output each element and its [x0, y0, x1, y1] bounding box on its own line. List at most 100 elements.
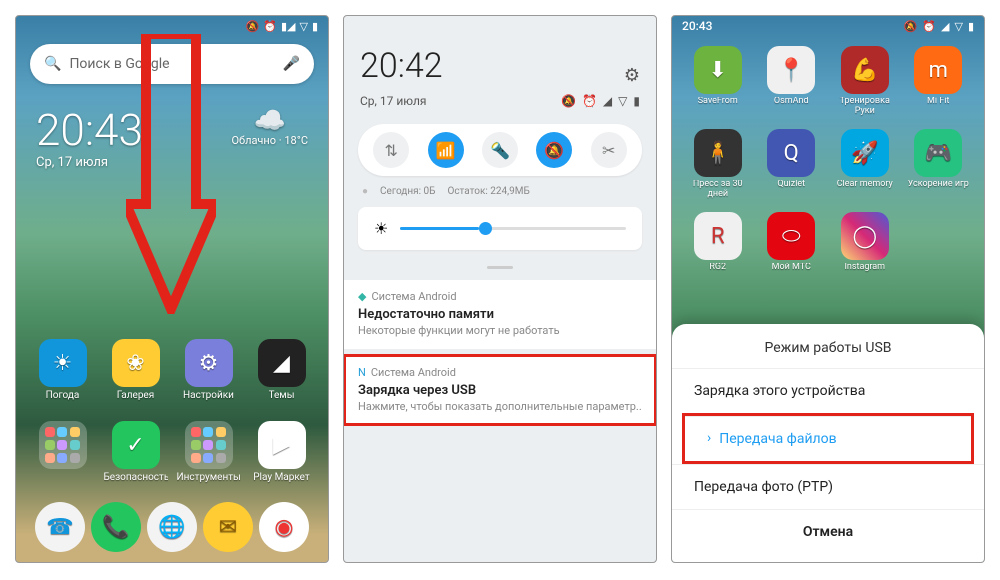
app-Безопасность[interactable]: ✓Безопасность — [103, 421, 168, 484]
app-Пресс за 30 дней[interactable]: 🧍 Пресс за 30 дней — [684, 129, 752, 202]
app-RG2[interactable]: RRG2 — [684, 212, 752, 285]
app-Mi Fit[interactable]: m Mi Fit — [905, 46, 973, 119]
search-icon: 🔍 — [44, 56, 61, 72]
mic-icon[interactable]: 🎤 — [283, 56, 300, 72]
status-time: 20:43 — [682, 19, 712, 33]
battery-icon: ▮ — [633, 94, 640, 108]
toggle-dnd[interactable]: 🔕 — [536, 132, 572, 168]
phone-usb-dialog: 20:43 🔕 ⏰ ◢ ▽ ▮ ⬇SaveFrom 📍 OsmAnd 💪 Трениро… — [671, 15, 985, 563]
app-Instagram[interactable]: ◯Instagram — [831, 212, 899, 285]
android-icon: N — [358, 366, 366, 379]
signal-icon: ◢ — [603, 94, 612, 108]
app-icon: 🌐 — [147, 502, 197, 552]
sheet-item[interactable]: Передача фото (PTP) — [672, 464, 984, 509]
weather-widget[interactable]: ☁️ Облачно · 18°C — [231, 108, 308, 147]
sheet-title: Режим работы USB — [672, 340, 984, 356]
battery-icon: ▮ — [312, 20, 318, 33]
notification[interactable]: ◆Система AndroidНедостаточно памятиНекот… — [344, 280, 656, 349]
app-label: Mi Fit — [927, 97, 949, 119]
notification[interactable]: NСистема AndroidЗарядка через USBНажмите… — [344, 355, 656, 425]
signal-icon: ◢ — [941, 20, 949, 33]
app-icon: ✉ — [203, 502, 253, 552]
app-icon: ◢ — [258, 339, 306, 387]
toggle-data[interactable]: ⇅ — [373, 132, 409, 168]
brightness-slider[interactable]: ☀ — [358, 207, 642, 250]
usb-mode-sheet: Режим работы USB Зарядка этого устройств… — [672, 324, 984, 562]
app-icon: Q — [767, 129, 815, 177]
app-Ускорение игр[interactable]: 🎮 Ускорение игр — [905, 129, 973, 202]
dock-app[interactable]: 📞 — [91, 502, 141, 552]
app-Мой МТС[interactable]: ⬭Мой МТС — [758, 212, 826, 285]
sheet-cancel[interactable]: Отмена — [672, 509, 984, 554]
app-Погода[interactable]: ☀Погода — [30, 339, 95, 402]
app-label: Ускорение игр — [908, 180, 969, 202]
dock-app[interactable]: ☎ — [35, 502, 85, 552]
app-icon: 📞 — [91, 502, 141, 552]
alarm-icon: ⏰ — [922, 20, 936, 33]
app-icon: 🧍 — [694, 129, 742, 177]
wifi-icon: ▽ — [618, 94, 627, 108]
app-Настройки[interactable]: ⚙Настройки — [176, 339, 241, 402]
app-label: Play Маркет — [253, 472, 310, 484]
quick-toggles: ⇅ 📶 🔦 🔕 ✂ — [358, 124, 642, 176]
chevron-right-icon: › — [707, 430, 711, 446]
android-icon: ◆ — [358, 290, 366, 303]
weather-label: Облачно · 18°C — [231, 134, 308, 147]
app-Тренировка Руки[interactable]: 💪 Тренировка Руки — [831, 46, 899, 119]
app-label: Пресс за 30 дней — [686, 180, 750, 202]
app-icon: ☎ — [35, 502, 85, 552]
app-icon — [39, 421, 87, 469]
app-Play Маркет[interactable]: ▶Play Маркет — [249, 421, 314, 484]
app-icon: 🎮 — [914, 129, 962, 177]
app-icon: m — [914, 46, 962, 94]
battery-icon: ▮ — [968, 20, 974, 33]
silent-icon: 🔕 — [904, 20, 918, 33]
panel-time: 20:42 — [360, 46, 443, 86]
dock-app[interactable]: ✉ — [203, 502, 253, 552]
status-bar — [344, 16, 656, 36]
app-label: Галерея — [117, 390, 154, 402]
app-SaveFrom[interactable]: ⬇SaveFrom — [684, 46, 752, 119]
app-icon: ✓ — [112, 421, 160, 469]
toggle-flashlight[interactable]: 🔦 — [482, 132, 518, 168]
app-OsmAnd[interactable]: 📍 OsmAnd — [758, 46, 826, 119]
app-icon: 🚀 — [841, 129, 889, 177]
toggle-wifi[interactable]: 📶 — [428, 132, 464, 168]
app-icon: 📍 — [767, 46, 815, 94]
app-icon: R — [694, 212, 742, 260]
usage-today: Сегодня: 0Б — [380, 186, 435, 197]
panel-date: Ср, 17 июля — [360, 94, 427, 108]
sheet-item[interactable]: ›Передача файлов — [685, 416, 971, 461]
app-label: Настройки — [183, 390, 234, 402]
app-icon: 💪 — [841, 46, 889, 94]
slider-track[interactable] — [400, 227, 626, 230]
sheet-item[interactable]: Зарядка этого устройства — [672, 368, 984, 413]
shade-handle[interactable] — [344, 260, 656, 274]
notif-title: Недостаточно памяти — [358, 307, 642, 322]
app-label: OsmAnd — [774, 97, 809, 119]
app-folder[interactable] — [30, 421, 95, 484]
app-icon: ⬭ — [767, 212, 815, 260]
app-label: Quizlet — [777, 180, 805, 202]
toggle-screenshot[interactable]: ✂ — [591, 132, 627, 168]
silent-icon: 🔕 — [561, 94, 576, 108]
app-icon: ◯ — [841, 212, 889, 260]
app-Инструменты[interactable]: Инструменты — [176, 421, 241, 484]
slider-thumb[interactable] — [479, 222, 492, 235]
settings-icon[interactable]: ⚙ — [624, 65, 640, 86]
app-label: SaveFrom — [698, 97, 738, 119]
status-bar: 20:43 🔕 ⏰ ◢ ▽ ▮ — [672, 16, 984, 36]
brightness-icon: ☀ — [374, 219, 388, 238]
notification-list: ◆Система AndroidНедостаточно памятиНекот… — [344, 280, 656, 425]
dock-app[interactable]: ◉ — [259, 502, 309, 552]
app-Quizlet[interactable]: Q Quizlet — [758, 129, 826, 202]
dock-app[interactable]: 🌐 — [147, 502, 197, 552]
app-icon: ❀ — [112, 339, 160, 387]
app-Галерея[interactable]: ❀ Галерея — [103, 339, 168, 402]
app-Темы[interactable]: ◢Темы — [249, 339, 314, 402]
phone-home-screen: 🔕 ⏰ ▮◢ ▽ ▮ 🔍 Поиск в Google 🎤 20:43 Ср, … — [15, 15, 329, 563]
app-label: Clear memory — [837, 180, 893, 202]
app-label: Тренировка Руки — [833, 97, 897, 119]
notif-app: NСистема Android — [358, 366, 642, 379]
app-Clear memory[interactable]: 🚀 Clear memory — [831, 129, 899, 202]
